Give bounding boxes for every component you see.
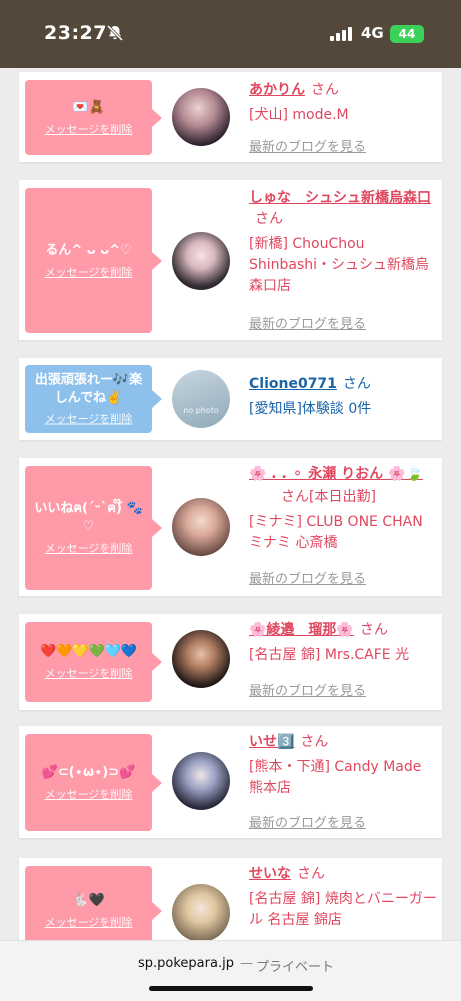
shop-info: [犬山] mode.M	[249, 107, 349, 123]
shop-info: [新橋] ChouChou Shinbashi・シュシュ新橋烏森口店	[249, 236, 430, 294]
message-bubble: ❤️🧡💛💚🩵💙 メッセージを削除	[25, 622, 162, 702]
message-bubble: るん^ ᴗ ᴗ^♡ メッセージを削除	[25, 188, 162, 333]
message-text: 💕⊂(⋆ω⋆)⊃💕	[41, 764, 136, 780]
user-name-link[interactable]: 🌸 . . ⚬ 永瀬 りおん 🌸🍃	[249, 466, 423, 482]
honorific: さん	[281, 489, 309, 505]
status-time: 23:27	[44, 22, 107, 44]
message-bubble: いいねฅ(ˊᵕˋฅ)໊ 🐾♡ メッセージを削除	[25, 466, 162, 590]
honorific: さん	[342, 376, 371, 392]
message-bubble: 🐇🖤 メッセージを削除	[25, 866, 162, 940]
avatar[interactable]	[172, 884, 230, 940]
avatar[interactable]	[172, 630, 230, 688]
shop-info: [ミナミ] CLUB ONE CHAN ミナミ 心斎橋	[249, 514, 423, 551]
message-card: 💕⊂(⋆ω⋆)⊃💕 メッセージを削除 いせ3️⃣ さん [熊本・下通] Candy…	[19, 726, 442, 838]
message-bubble: 💕⊂(⋆ω⋆)⊃💕 メッセージを削除	[25, 734, 162, 831]
message-bubble: 出張頑張れー🎶楽しんでね✌️ メッセージを削除	[25, 365, 162, 433]
message-card: ❤️🧡💛💚🩵💙 メッセージを削除 🌸綾邉 瑠那🌸 さん [名古屋 錦] Mrs.C…	[19, 614, 442, 710]
latest-blog-link[interactable]: 最新のブログを見る	[249, 568, 366, 587]
message-card: 🐇🖤 メッセージを削除 せいな さん [名古屋 錦] 焼肉とバニーガール 名古屋 …	[19, 858, 442, 940]
browser-url-bar[interactable]: sp.pokepara.jp — プライベート	[0, 940, 461, 1001]
status-tag: [本日出勤]	[309, 489, 376, 505]
delete-message-link[interactable]: メッセージを削除	[45, 786, 133, 802]
avatar[interactable]	[172, 498, 230, 556]
honorific: さん	[359, 622, 388, 638]
avatar[interactable]: no photo	[172, 370, 230, 428]
user-name-link[interactable]: いせ3️⃣	[249, 734, 294, 750]
message-bubble: 💌🧸 メッセージを削除	[25, 80, 162, 155]
avatar[interactable]	[172, 232, 230, 290]
message-text: 💌🧸	[72, 99, 105, 115]
latest-blog-link[interactable]: 最新のブログを見る	[249, 313, 366, 332]
delete-message-link[interactable]: メッセージを削除	[45, 411, 133, 427]
shop-info: [名古屋 錦] Mrs.CAFE 光	[249, 647, 410, 663]
message-text: るん^ ᴗ ᴗ^♡	[45, 242, 132, 258]
private-mode-label: プライベート	[256, 960, 335, 975]
message-card: るん^ ᴗ ᴗ^♡ メッセージを削除 しゅな シュシュ新橋烏森口さん [新橋] …	[19, 180, 442, 340]
message-card: 出張頑張れー🎶楽しんでね✌️ メッセージを削除 no photo Clione0…	[19, 358, 442, 440]
latest-blog-link[interactable]: 最新のブログを見る	[249, 136, 366, 155]
avatar[interactable]	[172, 752, 230, 810]
message-feed[interactable]: 💌🧸 メッセージを削除 あかりん さん [犬山] mode.M 最新のブログを見る…	[0, 68, 461, 940]
shop-info: [愛知県]体験談 0件	[249, 401, 372, 417]
message-text: 出張頑張れー🎶楽しんでね✌️	[34, 372, 143, 406]
no-photo-label: no photo	[183, 406, 219, 415]
user-name-link[interactable]: せいな	[249, 866, 291, 882]
status-bar: 23:27 4G 44	[0, 0, 461, 68]
delete-message-link[interactable]: メッセージを削除	[45, 264, 133, 280]
user-name-link[interactable]: Clione0771	[249, 376, 337, 392]
delete-message-link[interactable]: メッセージを削除	[45, 665, 133, 681]
honorific: さん	[300, 734, 329, 750]
bell-muted-icon	[106, 24, 124, 42]
latest-blog-link[interactable]: 最新のブログを見る	[249, 680, 366, 699]
shop-info: [熊本・下通] Candy Made 熊本店	[249, 759, 422, 796]
message-text: いいねฅ(ˊᵕˋฅ)໊ 🐾♡	[34, 501, 143, 534]
user-name-link[interactable]: あかりん	[249, 82, 305, 98]
honorific: さん	[297, 866, 325, 882]
message-card: 💌🧸 メッセージを削除 あかりん さん [犬山] mode.M 最新のブログを見る	[19, 72, 442, 162]
shop-info: [名古屋 錦] 焼肉とバニーガール 名古屋 錦店	[249, 891, 437, 928]
network-type: 4G	[361, 24, 384, 42]
home-indicator[interactable]	[149, 986, 313, 991]
delete-message-link[interactable]: メッセージを削除	[45, 121, 133, 137]
avatar[interactable]	[172, 88, 230, 146]
message-text: ❤️🧡💛💚🩵💙	[39, 644, 138, 659]
battery-icon: 44	[390, 25, 424, 43]
delete-message-link[interactable]: メッセージを削除	[45, 540, 133, 556]
honorific: さん	[311, 82, 339, 98]
message-text: 🐇🖤	[72, 893, 105, 908]
honorific: さん	[255, 211, 283, 227]
url-separator: —	[240, 956, 253, 971]
message-card: いいねฅ(ˊᵕˋฅ)໊ 🐾♡ メッセージを削除 🌸 . . ⚬ 永瀬 りおん 🌸…	[19, 458, 442, 596]
user-name-link[interactable]: しゅな シュシュ新橋烏森口	[249, 190, 431, 206]
url-host: sp.pokepara.jp	[138, 956, 234, 971]
signal-icon	[330, 27, 352, 41]
latest-blog-link[interactable]: 最新のブログを見る	[249, 812, 366, 831]
user-name-link[interactable]: 🌸綾邉 瑠那🌸	[249, 622, 354, 638]
delete-message-link[interactable]: メッセージを削除	[45, 914, 133, 930]
battery-level: 44	[398, 27, 416, 41]
